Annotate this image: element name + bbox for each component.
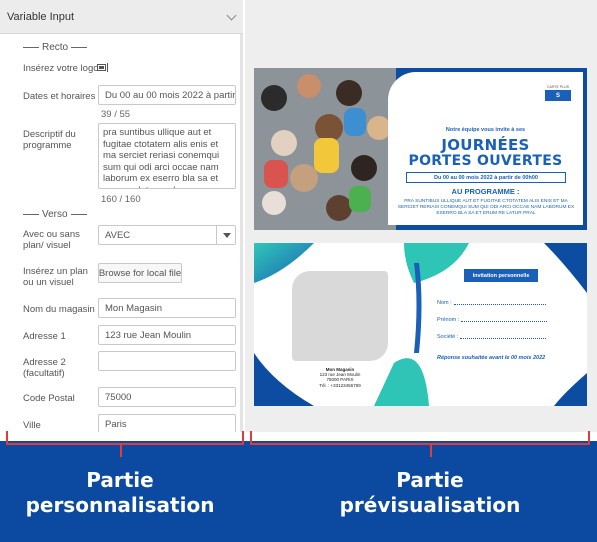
right-bracket-pointer (430, 443, 432, 457)
recto-program-title: AU PROGRAMME : (451, 187, 520, 196)
preview-caption-line1: Partie (396, 468, 464, 492)
recto-content: CARTE PLUS S Notre équipe vous invite à … (388, 72, 583, 225)
variable-input-panel: Variable Input Recto Insérez votre logo … (0, 0, 243, 432)
personalisation-caption: Partie personnalisation (10, 468, 230, 518)
program-label: Descriptif du programme (23, 129, 76, 151)
explanation-banner: Partie personnalisation Partie prévisual… (0, 431, 597, 542)
right-bracket-tick-b (588, 431, 590, 445)
store-visual-placeholder (292, 271, 388, 361)
image-upload-icon[interactable] (97, 63, 109, 72)
plan-upload-label: Insérez un plan ou un visuel (23, 266, 88, 288)
postal-code-input[interactable]: 75000 (98, 387, 236, 407)
address2-input[interactable] (98, 351, 236, 371)
invitation-badge: Invitation personnelle (464, 269, 538, 282)
address2-label: Adresse 2 (facultatif) (23, 357, 66, 379)
reply-deadline: Réponse souhaitée avant le 00 mois 2022 (437, 355, 546, 361)
right-bracket-tick-a (250, 431, 252, 445)
prenom-line: Prénom : (437, 317, 548, 323)
brand-logo: S (545, 90, 571, 101)
verso-label: Verso (42, 209, 68, 220)
plan-choice-value: AVEC (105, 229, 131, 241)
left-bracket-line (6, 443, 244, 445)
personalisation-caption-line1: Partie (86, 468, 154, 492)
verso-card-preview: Mon Magasin 123 rue Jean Moulin 75000 PA… (254, 243, 587, 406)
nom-label: Nom : (437, 300, 452, 306)
recto-invite-text: Notre équipe vous invite à ses (445, 127, 526, 133)
chevron-down-icon[interactable] (226, 10, 237, 20)
plan-choice-dropdown-button[interactable] (216, 225, 236, 245)
recto-label: Recto (42, 42, 69, 53)
preview-caption: Partie prévisualisation (320, 468, 540, 518)
plan-choice-label: Avec ou sans plan/ visuel (23, 229, 80, 251)
left-bracket-pointer (120, 443, 122, 457)
dates-input[interactable]: Du 00 au 00 mois 2022 à partir de 00h00 (98, 85, 236, 105)
variable-input-header[interactable]: Variable Input (0, 0, 243, 34)
verso-phone: Tél. : +33123456789 (319, 382, 361, 388)
city-input[interactable]: Paris (98, 414, 236, 432)
logo-caption: CARTE PLUS (547, 85, 569, 89)
program-textarea[interactable]: pra suntibus ullique aut et fugitae ctot… (98, 123, 236, 189)
societe-label: Société : (437, 334, 459, 340)
right-bracket-line (250, 443, 590, 445)
program-char-count: 160 / 160 (101, 194, 141, 205)
societe-line: Société : (437, 334, 547, 340)
postal-code-label: Code Postal (23, 393, 75, 404)
logo-label: Insérez votre logo (23, 63, 99, 74)
left-bracket-tick-b (242, 431, 244, 445)
browse-file-button[interactable]: Browse for local file (98, 263, 182, 283)
preview-area: CARTE PLUS S Notre équipe vous invite à … (245, 0, 597, 432)
address1-input[interactable]: 123 rue Jean Moulin (98, 325, 236, 345)
preview-caption-line2: prévisualisation (339, 493, 521, 517)
nom-line: Nom : (437, 300, 546, 306)
dates-char-count: 39 / 55 (101, 109, 131, 120)
address1-label: Adresse 1 (23, 331, 66, 342)
personalisation-caption-line2: personnalisation (25, 493, 215, 517)
panel-title: Variable Input (7, 10, 75, 23)
triangle-down-icon (222, 232, 231, 238)
panel-scrollbar[interactable] (240, 34, 243, 432)
crowd-photo (254, 68, 396, 230)
recto-card-preview: CARTE PLUS S Notre équipe vous invite à … (254, 68, 587, 230)
verso-section-divider: Verso (0, 209, 243, 220)
dates-label: Dates et horaires (23, 91, 96, 102)
recto-title-line2: PORTES OUVERTES (408, 153, 563, 169)
recto-date: Du 00 au 00 mois 2022 à partir de 00h00 (406, 172, 566, 183)
left-bracket-tick-a (6, 431, 8, 445)
store-name-label: Nom du magasin (23, 304, 95, 315)
recto-title-line1: JOURNÉES (441, 136, 530, 154)
city-label: Ville (23, 420, 41, 431)
store-address-block: Mon Magasin 123 rue Jean Moulin 75000 PA… (294, 367, 386, 388)
recto-program-text: PRA SUNTIBUS ULLIQUE AUT ET FUGITAE CTOT… (397, 199, 575, 216)
store-name-input[interactable]: Mon Magasin (98, 298, 236, 318)
recto-section-divider: Recto (0, 42, 243, 53)
prenom-label: Prénom : (437, 317, 460, 323)
